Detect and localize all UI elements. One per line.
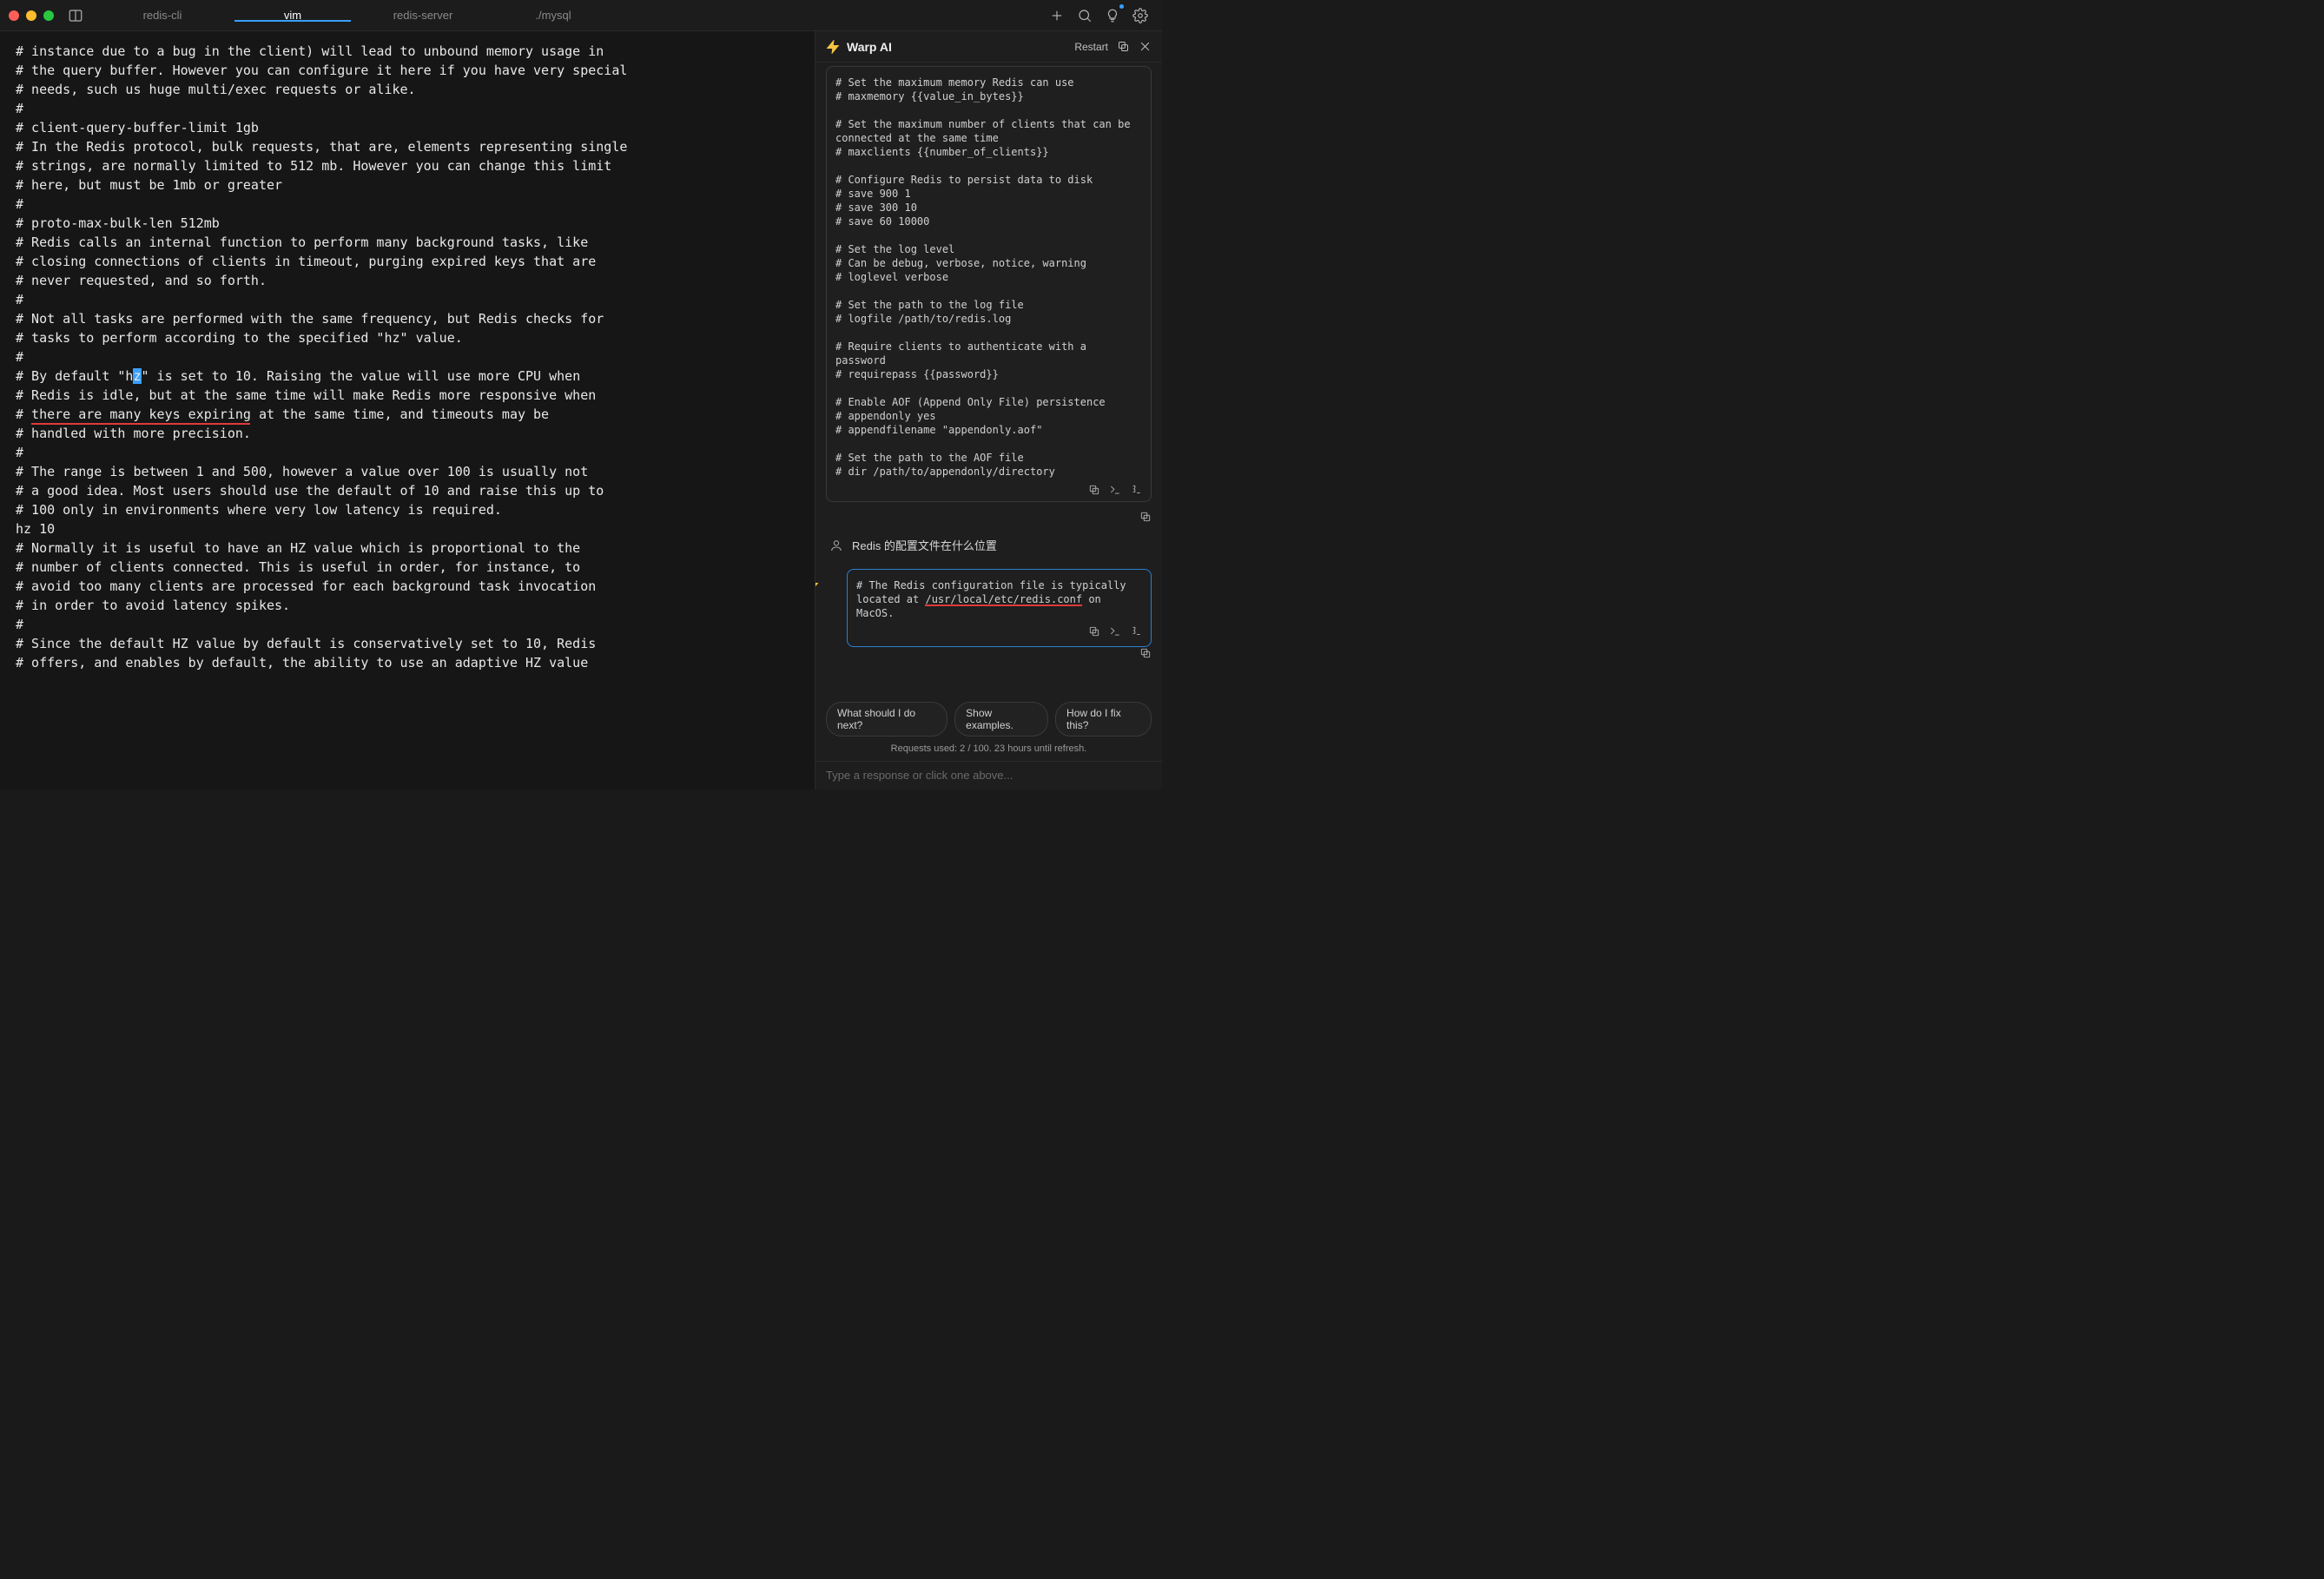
copy-icon[interactable] [1117, 40, 1130, 53]
suggestion-pill[interactable]: How do I fix this? [1055, 702, 1152, 737]
editor-line: # Not all tasks are performed with the s… [16, 309, 799, 328]
editor-line: # the query buffer. However you can conf… [16, 61, 799, 80]
insert-icon[interactable] [1130, 625, 1142, 638]
restart-button[interactable]: Restart [1074, 41, 1108, 53]
editor-line: # tasks to perform according to the spec… [16, 328, 799, 347]
editor-line: # avoid too many clients are processed f… [16, 577, 799, 596]
editor-line: # [16, 443, 799, 462]
split-pane-button[interactable] [63, 3, 89, 29]
context-code-text: # Set the maximum memory Redis can use #… [835, 76, 1142, 479]
titlebar: redis-clivimredis-server./mysql [0, 0, 1162, 31]
ai-input[interactable] [826, 769, 1152, 782]
editor-line: # [16, 290, 799, 309]
editor-line: # Redis is idle, but at the same time wi… [16, 386, 799, 405]
editor-view[interactable]: # instance due to a bug in the client) w… [0, 31, 815, 790]
user-message-text: Redis 的配置文件在什么位置 [852, 537, 997, 553]
editor-line: # Normally it is useful to have an HZ va… [16, 538, 799, 558]
gear-icon [1132, 8, 1148, 23]
tab-bar: redis-clivimredis-server./mysql [97, 9, 1042, 22]
terminal-prompt-icon[interactable] [1109, 484, 1121, 496]
editor-line: # Redis calls an internal function to pe… [16, 233, 799, 252]
copy-icon[interactable] [1088, 484, 1100, 496]
ai-panel-title: Warp AI [847, 40, 892, 54]
tab-redis-cli[interactable]: redis-cli [97, 9, 228, 22]
editor-line: # [16, 99, 799, 118]
new-tab-button[interactable] [1044, 3, 1070, 29]
editor-line: # In the Redis protocol, bulk requests, … [16, 137, 799, 156]
editor-line: # a good idea. Most users should use the… [16, 481, 799, 500]
editor-line: # handled with more precision. [16, 424, 799, 443]
window-controls [9, 10, 54, 21]
quota-text: Requests used: 2 / 100. 23 hours until r… [815, 743, 1162, 761]
editor-line: # 100 only in environments where very lo… [16, 500, 799, 519]
editor-line: # strings, are normally limited to 512 m… [16, 156, 799, 175]
search-icon [1077, 8, 1093, 23]
user-message: Redis 的配置文件在什么位置 [826, 532, 1152, 564]
editor-line: # in order to avoid latency spikes. [16, 596, 799, 615]
editor-line: hz 10 [16, 519, 799, 538]
suggestion-row: What should I do next?Show examples.How … [815, 695, 1162, 743]
editor-line: # Since the default HZ value by default … [16, 634, 799, 653]
close-icon[interactable] [1139, 40, 1152, 53]
maximize-window-button[interactable] [43, 10, 54, 21]
plus-icon [1049, 8, 1065, 23]
ai-response-text: # The Redis configuration file is typica… [856, 578, 1142, 620]
editor-line: # number of clients connected. This is u… [16, 558, 799, 577]
suggestion-pill[interactable]: Show examples. [954, 702, 1048, 737]
tab--mysql[interactable]: ./mysql [488, 9, 618, 22]
close-window-button[interactable] [9, 10, 19, 21]
tab-redis-server[interactable]: redis-server [358, 9, 488, 22]
suggestion-pill[interactable]: What should I do next? [826, 702, 947, 737]
editor-line: # By default "hz" is set to 10. Raising … [16, 367, 799, 386]
editor-line: # there are many keys expiring at the sa… [16, 405, 799, 424]
user-icon [829, 538, 843, 552]
editor-line: # instance due to a bug in the client) w… [16, 42, 799, 61]
editor-line: # client-query-buffer-limit 1gb [16, 118, 799, 137]
editor-line: # [16, 615, 799, 634]
search-button[interactable] [1072, 3, 1098, 29]
bolt-icon [826, 40, 840, 54]
editor-line: # [16, 347, 799, 367]
editor-line: # offers, and enables by default, the ab… [16, 653, 799, 672]
ai-panel-header: Warp AI Restart [815, 31, 1162, 63]
editor-line: # here, but must be 1mb or greater [16, 175, 799, 195]
ai-panel: Warp AI Restart # Set the maximum memory… [815, 31, 1162, 790]
hints-button[interactable] [1099, 3, 1126, 29]
context-code-block: # Set the maximum memory Redis can use #… [826, 66, 1152, 502]
editor-line: # proto-max-bulk-len 512mb [16, 214, 799, 233]
terminal-prompt-icon[interactable] [1109, 625, 1121, 638]
editor-line: # needs, such us huge multi/exec request… [16, 80, 799, 99]
editor-line: # never requested, and so forth. [16, 271, 799, 290]
editor-line: # [16, 195, 799, 214]
settings-button[interactable] [1127, 3, 1153, 29]
copy-icon[interactable] [1139, 511, 1152, 523]
split-pane-icon [68, 8, 83, 23]
ai-response-block: # The Redis configuration file is typica… [847, 569, 1152, 647]
copy-icon[interactable] [1088, 625, 1100, 638]
minimize-window-button[interactable] [26, 10, 36, 21]
copy-icon[interactable] [1139, 647, 1152, 659]
bolt-icon [815, 578, 819, 591]
tab-vim[interactable]: vim [228, 9, 358, 22]
editor-line: # closing connections of clients in time… [16, 252, 799, 271]
lightbulb-icon [1105, 8, 1120, 23]
editor-line: # The range is between 1 and 500, howeve… [16, 462, 799, 481]
insert-icon[interactable] [1130, 484, 1142, 496]
